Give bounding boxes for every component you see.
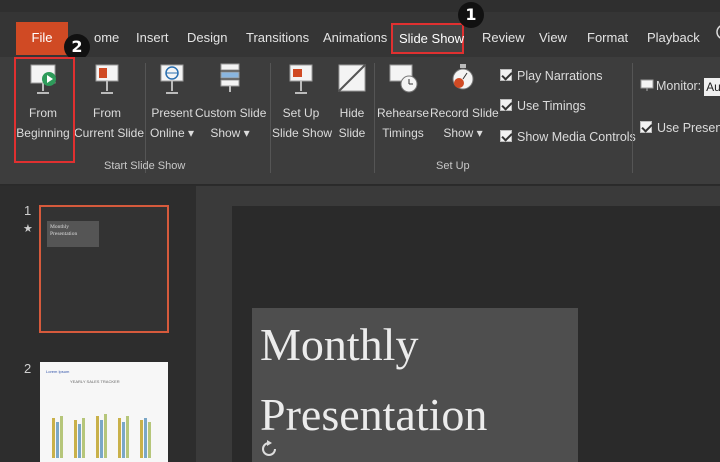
- use-presenter-view-checkbox[interactable]: Use Presente: [640, 119, 720, 137]
- ribbon-separator: [374, 63, 375, 173]
- checkbox-checked-icon: [500, 69, 512, 81]
- ribbon-tab-bar: File ome Insert Design Transitions Anima…: [0, 0, 720, 57]
- hide-slide-icon: [338, 64, 366, 92]
- tab-animations[interactable]: Animations: [317, 22, 393, 54]
- record-slide-show-icon: [452, 64, 474, 90]
- star-icon: ★: [23, 223, 33, 235]
- present-online-label-2: Online ▾: [149, 126, 195, 140]
- tell-me-icon[interactable]: [706, 22, 720, 54]
- ribbon-separator: [632, 63, 633, 173]
- monitor-label: Monitor:: [656, 79, 702, 93]
- custom-slide-show-icon: [220, 63, 240, 92]
- rehearse-timings-button[interactable]: Rehearse Timings: [376, 61, 430, 143]
- group-label-start-slide-show: Start Slide Show: [104, 160, 186, 172]
- thumbnail-title: Monthly Presentation: [47, 221, 99, 247]
- tab-playback[interactable]: Playback: [641, 22, 706, 54]
- tab-format[interactable]: Format: [581, 22, 634, 54]
- tab-home[interactable]: ome: [88, 22, 125, 54]
- from-current-slide-icon: [95, 64, 119, 94]
- from-current-label-1: From: [93, 106, 121, 120]
- set-up-slide-show-icon: [289, 64, 313, 94]
- slide-title-line-2: Presentation: [260, 389, 488, 440]
- checkbox-checked-icon: [500, 130, 512, 142]
- rehearse-timings-icon: [389, 64, 418, 93]
- monitor-row: Monitor: Au: [640, 77, 720, 96]
- rehearse-label-2: Timings: [382, 126, 424, 140]
- slide-number-2: 2: [24, 361, 32, 376]
- title-bar: [0, 0, 720, 12]
- thumbnail-2-subtitle: YEARLY SALES TRACKER: [70, 379, 120, 384]
- from-beginning-highlight: [14, 57, 75, 163]
- present-online-button[interactable]: Present Online ▾: [149, 61, 195, 143]
- checkbox-checked-icon: [640, 121, 652, 133]
- thumbnail-bar-chart: [52, 414, 151, 458]
- record-label-2: Show ▾: [443, 126, 483, 140]
- tab-slide-show[interactable]: Slide Show: [391, 23, 464, 54]
- ribbon: From Beginning From Current Slide Presen…: [0, 57, 720, 185]
- ribbon-separator: [145, 63, 146, 173]
- callout-badge-1: 1: [458, 2, 484, 28]
- slide-number-1: 1: [24, 203, 32, 218]
- custom-slide-show-button[interactable]: Custom Slide Show ▾: [195, 61, 267, 143]
- group-label-set-up: Set Up: [436, 160, 470, 172]
- record-slide-show-button[interactable]: Record Slide Show ▾: [430, 61, 499, 143]
- custom-show-label-1: Custom Slide: [195, 106, 267, 120]
- slide-thumbnail-2[interactable]: Lorem Ipsum YEARLY SALES TRACKER: [40, 362, 168, 462]
- use-presenter-label: Use Presente: [657, 121, 720, 135]
- play-narrations-checkbox[interactable]: Play Narrations: [500, 67, 602, 85]
- set-up-label-2: Slide Show: [272, 126, 333, 140]
- hide-slide-button[interactable]: Hide Slide: [333, 61, 371, 143]
- record-label-1: Record Slide: [430, 106, 499, 120]
- monitor-icon: [640, 79, 654, 91]
- tab-review[interactable]: Review: [476, 22, 531, 54]
- tab-file[interactable]: File: [16, 22, 68, 55]
- checkbox-checked-icon: [500, 99, 512, 111]
- tab-transitions[interactable]: Transitions: [240, 22, 315, 54]
- show-media-controls-checkbox[interactable]: Show Media Controls: [500, 128, 636, 146]
- from-current-slide-button[interactable]: From Current Slide: [74, 61, 145, 143]
- custom-show-label-2: Show ▾: [210, 126, 250, 140]
- slide-thumbnail-1[interactable]: Monthly Presentation: [39, 205, 169, 333]
- set-up-slide-show-button[interactable]: Set Up Slide Show: [272, 61, 333, 143]
- use-timings-checkbox[interactable]: Use Timings: [500, 97, 586, 115]
- monitor-select[interactable]: Au: [704, 77, 720, 96]
- play-narrations-label: Play Narrations: [517, 69, 603, 83]
- hide-slide-label-2: Slide: [338, 126, 366, 140]
- thumbnail-2-title: Lorem Ipsum: [46, 369, 70, 374]
- slide-title-line-1: Monthly: [260, 319, 419, 370]
- present-online-label-1: Present: [151, 106, 193, 120]
- tab-design[interactable]: Design: [181, 22, 233, 54]
- use-timings-label: Use Timings: [517, 99, 586, 113]
- ribbon-separator: [270, 63, 271, 173]
- set-up-label-1: Set Up: [282, 106, 320, 120]
- present-online-icon: [160, 64, 184, 94]
- tab-view[interactable]: View: [533, 22, 573, 54]
- from-current-label-2: Current Slide: [74, 126, 145, 140]
- rotate-handle-icon[interactable]: [261, 440, 277, 458]
- rehearse-label-1: Rehearse: [376, 106, 430, 120]
- hide-slide-label-1: Hide: [339, 106, 365, 120]
- tab-insert[interactable]: Insert: [130, 22, 175, 54]
- show-media-controls-label: Show Media Controls: [517, 130, 636, 144]
